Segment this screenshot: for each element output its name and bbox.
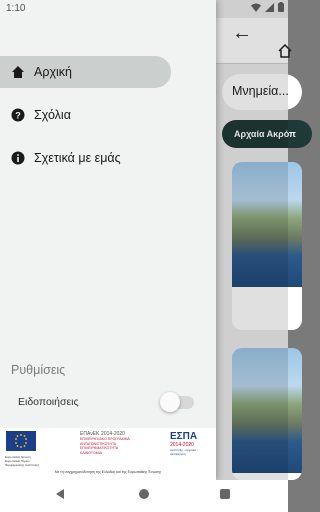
espa-tagline: ανάπτυξη - εργασία - αλληλεγγύη (170, 448, 198, 456)
notifications-toggle[interactable] (160, 391, 196, 413)
funding-logos: Ευρωπαϊκή Ένωση Ευρωπαϊκό Ταμείο Περιφερ… (0, 428, 216, 480)
cofinance-text: Με τη συγχρηματοδότηση της Ελλάδας και τ… (54, 470, 162, 474)
drawer-item-comments[interactable]: ? Σχόλια (0, 99, 216, 131)
espa-title: ΕΣΠΑ (170, 431, 198, 442)
toggle-thumb (160, 392, 180, 412)
settings-heading: Ρυθμίσεις (11, 363, 66, 377)
help-icon: ? (11, 108, 25, 122)
home-icon (12, 66, 24, 78)
signal-icon (265, 2, 274, 12)
info-icon (11, 151, 25, 165)
drawer-item-home[interactable]: Αρχική (0, 56, 171, 88)
battery-icon (278, 2, 284, 12)
drawer-item-label: Σχετικά με εμάς (34, 151, 121, 165)
wifi-icon (251, 3, 261, 12)
system-nav-bar (0, 480, 288, 512)
navigation-drawer: Αρχική ? Σχόλια Σχετικά με εμάς Ρυθμίσει… (0, 0, 216, 480)
drawer-item-label: Σχόλια (34, 108, 71, 122)
eu-caption: Ευρωπαϊκή Ένωση Ευρωπαϊκό Ταμείο Περιφερ… (5, 455, 40, 467)
espa-logo: ΕΣΠΑ 2014-2020 ανάπτυξη - εργασία - αλλη… (170, 431, 212, 461)
nav-home-icon[interactable] (139, 489, 149, 499)
status-bar: 1:10 (0, 0, 288, 18)
status-time: 1:10 (6, 3, 26, 14)
eu-flag-logo (6, 431, 36, 451)
svg-text:?: ? (15, 111, 21, 121)
drawer-item-label: Αρχική (34, 65, 72, 79)
drawer-menu: Αρχική ? Σχόλια Σχετικά με εμάς (0, 56, 216, 185)
status-icons (251, 2, 284, 12)
epanek-caption: ΕΠΙΧΕΙΡΗΣΙΑΚΟ ΠΡΟΓΡΑΜΜΑ ΑΝΤΑΓΩΝΙΣΤΙΚΟΤΗΤ… (80, 437, 130, 455)
nav-recents-icon[interactable] (220, 489, 230, 499)
notifications-label: Ειδοποιήσεις (18, 396, 79, 408)
nav-back-icon[interactable] (55, 489, 65, 499)
drawer-item-about[interactable]: Σχετικά με εμάς (0, 142, 216, 174)
epanek-logo: ΕΠΑνΕΚ 2014-2020 ΕΠΙΧΕΙΡΗΣΙΑΚΟ ΠΡΟΓΡΑΜΜΑ… (80, 431, 136, 461)
